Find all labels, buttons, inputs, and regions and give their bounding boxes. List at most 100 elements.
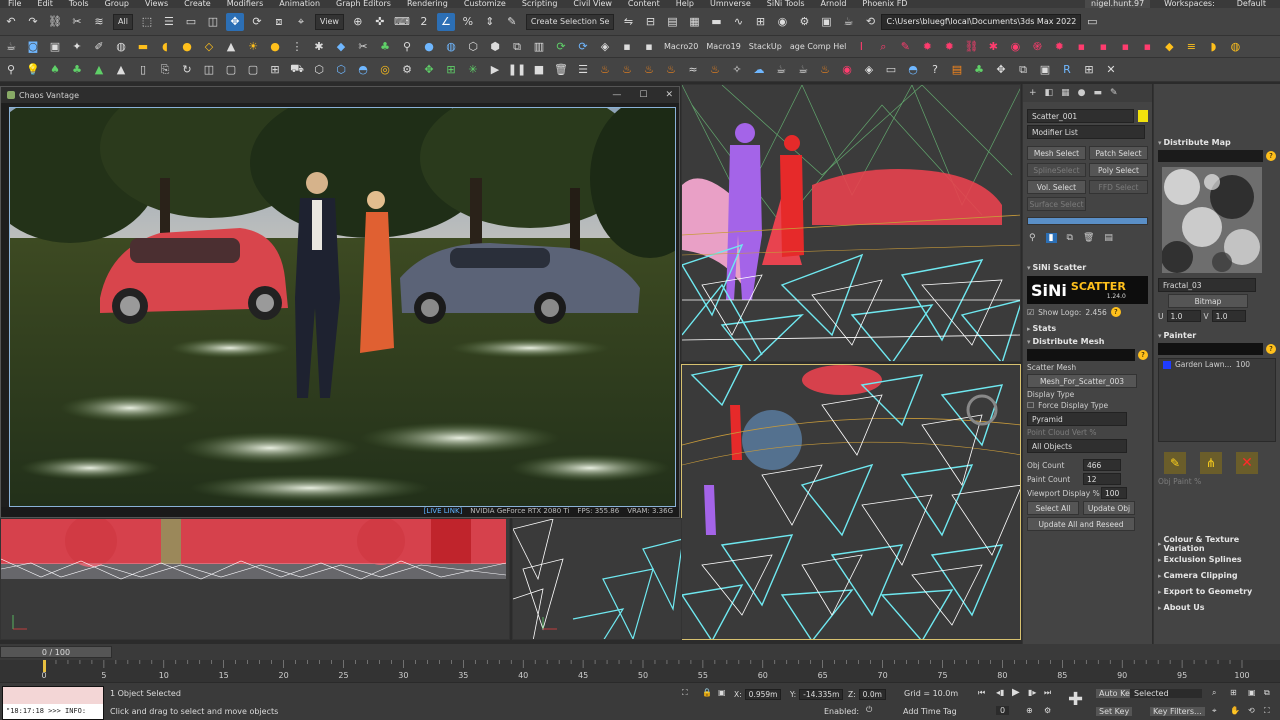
macro-script-icon[interactable]: ⟳ — [552, 38, 570, 56]
sini-cube4-icon[interactable]: ▪ — [1138, 38, 1156, 56]
sini-scatter-rollout[interactable]: SiNi Scatter — [1023, 261, 1152, 274]
x-coordinate[interactable]: X: 0.959m — [734, 688, 782, 700]
create-tab-icon[interactable]: + — [1029, 88, 1037, 98]
set-key-icon[interactable]: ✚ — [1068, 689, 1083, 710]
decal-icon[interactable]: ⬡ — [464, 38, 482, 56]
reference-coord-dropdown[interactable]: View — [314, 13, 344, 30]
grid-icon[interactable]: ⊞ — [266, 61, 284, 79]
lock-selection-icon[interactable]: 🔒 — [702, 688, 712, 697]
z-value[interactable]: 0.0m — [858, 688, 886, 700]
angle-snap-icon[interactable]: ∠ — [436, 12, 455, 31]
show-logo-checkbox[interactable]: ☑ — [1027, 308, 1034, 317]
snaps-toggle-icon[interactable]: 2 — [415, 13, 433, 31]
x-value[interactable]: 0.959m — [744, 688, 782, 700]
help-icon[interactable]: ? — [1138, 350, 1148, 360]
coin-icon[interactable]: ◎ — [376, 61, 394, 79]
key-mode-dropdown[interactable]: Selected — [1130, 689, 1202, 698]
mirror-icon[interactable]: ⇋ — [619, 13, 637, 31]
spline-select-button[interactable]: SplineSelect — [1027, 163, 1086, 177]
exclusion-splines-rollout[interactable]: Exclusion Splines — [1154, 553, 1280, 566]
modify-tab-icon[interactable]: ◧ — [1045, 88, 1054, 98]
update-all-reseed-button[interactable]: Update All and Reseed — [1027, 517, 1135, 531]
keyboard-shortcut-icon[interactable]: ⌨ — [393, 13, 411, 31]
cup2-icon[interactable]: ☕ — [794, 61, 812, 79]
schematic-view-icon[interactable]: ⊞ — [751, 13, 769, 31]
gear-icon[interactable]: ⚙ — [398, 61, 416, 79]
painter-icons[interactable] — [1158, 343, 1263, 355]
select-by-name-icon[interactable]: ☰ — [160, 13, 178, 31]
link-icon[interactable]: ⛓ — [46, 13, 64, 31]
workspaces-dropdown[interactable]: Default — [1229, 0, 1274, 8]
play-icon[interactable]: ▶ — [486, 61, 504, 79]
macro19-button[interactable]: Macro19 — [702, 42, 744, 51]
sini-cube-icon[interactable]: ▪ — [1072, 38, 1090, 56]
scatter-mesh-button[interactable]: Mesh_For_Scatter_003 — [1027, 374, 1137, 388]
image-comp-helper-button[interactable]: age Comp Hel — [786, 42, 851, 51]
drop-icon[interactable]: ◓ — [354, 61, 372, 79]
menu-scripting[interactable]: Scripting — [514, 0, 566, 8]
tree-icon[interactable]: ♠ — [46, 61, 64, 79]
stackup-button[interactable]: StackUp — [745, 42, 786, 51]
menu-tools[interactable]: Tools — [61, 0, 97, 8]
plant2-icon[interactable]: ♣ — [970, 61, 988, 79]
sini-layer-icon[interactable]: ✹ — [1050, 38, 1068, 56]
scene-explorer-icon[interactable]: ▤ — [663, 13, 681, 31]
menu-help[interactable]: Help — [668, 0, 702, 8]
modifier-stack[interactable] — [1027, 217, 1148, 225]
sini-paint-icon[interactable]: ✎ — [896, 38, 914, 56]
redo-icon[interactable]: ↷ — [24, 13, 42, 31]
about-us-rollout[interactable]: About Us — [1154, 601, 1280, 614]
menu-modifiers[interactable]: Modifiers — [219, 0, 272, 8]
obj-count-spinner[interactable]: 466 — [1083, 459, 1121, 471]
fur-icon[interactable]: ✂ — [354, 38, 372, 56]
undo-icon[interactable]: ↶ — [2, 13, 20, 31]
paint-erase-icon[interactable]: ✕ — [1236, 452, 1258, 474]
display-type-dropdown[interactable]: Pyramid — [1027, 412, 1127, 426]
viewport-top[interactable] — [681, 364, 1021, 640]
viewport-display-spinner[interactable]: 100 — [1101, 487, 1127, 499]
select-manipulate-icon[interactable]: ✜ — [371, 13, 389, 31]
move-icon[interactable]: ✥ — [992, 61, 1010, 79]
hierarchy-tab-icon[interactable]: ▦ — [1061, 88, 1070, 98]
menu-file[interactable]: File — [0, 0, 29, 8]
grid-icon[interactable]: ⋮ — [288, 38, 306, 56]
absolute-mode-icon[interactable]: ▣ — [718, 688, 726, 697]
pivot-center-icon[interactable]: ⊕ — [349, 13, 367, 31]
prev-frame-icon[interactable]: ◂▮ — [996, 688, 1004, 697]
isolate-icon[interactable]: ⛶ — [682, 688, 688, 698]
current-frame-field[interactable]: 0 — [996, 706, 1010, 715]
vol-select-button[interactable]: Vol. Select — [1027, 180, 1086, 194]
next-frame-icon[interactable]: ▮▸ — [1028, 688, 1036, 697]
viewport-front[interactable] — [0, 518, 510, 640]
macro-script2-icon[interactable]: ⟳ — [574, 38, 592, 56]
list-icon[interactable]: ☰ — [574, 61, 592, 79]
object-color-swatch[interactable] — [1138, 110, 1148, 122]
monitor-icon[interactable]: ▭ — [882, 61, 900, 79]
fire4-icon[interactable]: ♨ — [662, 61, 680, 79]
select-rotate-icon[interactable]: ⟳ — [248, 13, 266, 31]
maxscript-listener[interactable]: "18:17:18 >>> INFO: — [2, 686, 104, 720]
material-icon[interactable]: ▥ — [530, 38, 548, 56]
r-icon[interactable]: R — [1058, 61, 1076, 79]
menu-edit[interactable]: Edit — [29, 0, 61, 8]
starburst-icon[interactable]: ✳ — [464, 61, 482, 79]
ies-light-icon[interactable]: ▲ — [222, 38, 240, 56]
paint-rake-icon[interactable]: ⋔ — [1200, 452, 1222, 474]
viewport-left[interactable] — [512, 518, 682, 640]
y-coordinate[interactable]: Y: -14.335m — [790, 688, 844, 700]
layer-explorer-icon[interactable]: ▦ — [685, 13, 703, 31]
yellow-stack-icon[interactable]: ≡ — [1182, 38, 1200, 56]
help-icon[interactable]: ? — [1110, 307, 1121, 317]
menu-group[interactable]: Group — [97, 0, 137, 8]
help-icon[interactable]: ? — [926, 61, 944, 79]
bind-space-warp-icon[interactable]: ≋ — [90, 13, 108, 31]
zoom-extents-icon[interactable]: ▣ — [1248, 688, 1256, 697]
remove-modifier-icon[interactable]: 🗑 — [1083, 233, 1094, 243]
rect-selection-icon[interactable]: ▭ — [182, 13, 200, 31]
tree2-icon[interactable]: ♣ — [68, 61, 86, 79]
render-icon[interactable]: ☕ — [839, 13, 857, 31]
light-icon[interactable]: ✦ — [68, 38, 86, 56]
select-scale-icon[interactable]: ⧈ — [270, 13, 288, 31]
time-config-icon[interactable]: ⚙ — [1044, 706, 1051, 715]
vray-object-icon[interactable]: ◆ — [332, 38, 350, 56]
